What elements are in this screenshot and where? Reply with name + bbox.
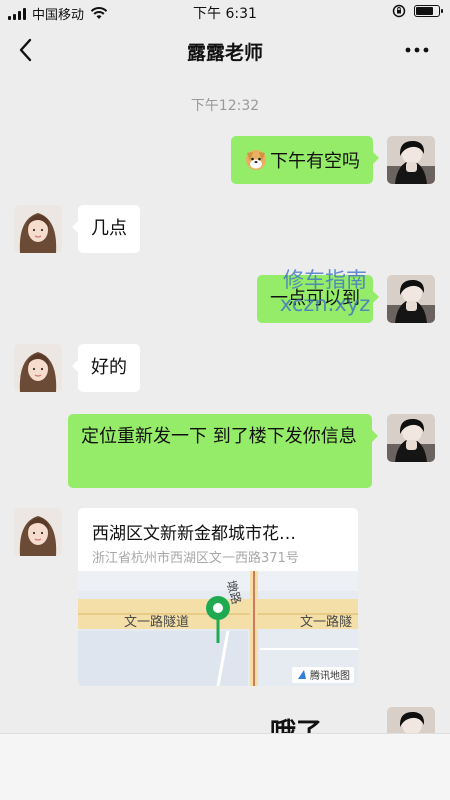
message-bubble-outgoing[interactable]: 下午有空吗 xyxy=(231,136,379,184)
location-title: 西湖区文新新金都城市花… xyxy=(92,524,296,544)
message-text: 几点 xyxy=(91,218,127,239)
status-time: 下午 6:31 xyxy=(193,6,257,22)
my-avatar-image xyxy=(387,136,435,184)
location-map-preview[interactable]: 文一路隧道 文一路隧 墩路 腾讯地图 xyxy=(78,571,358,686)
my-avatar[interactable] xyxy=(387,136,435,184)
contact-avatar[interactable] xyxy=(14,508,62,556)
my-avatar-image xyxy=(387,414,435,462)
message-text: 好的 xyxy=(91,357,127,378)
location-address: 浙江省杭州市西湖区文一西路371号 xyxy=(92,551,299,566)
message-bubble-outgoing[interactable]: 定位重新发一下 到了楼下发你信息 xyxy=(68,414,378,488)
status-bar: 中国移动 下午 6:31 xyxy=(0,0,450,24)
message-bubble-outgoing[interactable]: 一点可以到 xyxy=(257,275,379,323)
contact-avatar[interactable] xyxy=(14,205,62,253)
map-road-label: 文一路隧 xyxy=(300,614,352,630)
message-input-bar[interactable] xyxy=(0,733,450,800)
map-provider-label: 腾讯地图 xyxy=(310,669,350,682)
message-text: 一点可以到 xyxy=(270,288,360,309)
message-text: 定位重新发一下 到了楼下发你信息 xyxy=(81,426,357,447)
contact-avatar-image xyxy=(14,508,62,556)
contact-avatar-image xyxy=(14,344,62,392)
map-road-label: 文一路隧道 xyxy=(124,614,189,630)
contact-avatar[interactable] xyxy=(14,344,62,392)
message-bubble-incoming[interactable]: 几点 xyxy=(72,205,140,253)
contact-avatar-image xyxy=(14,205,62,253)
orientation-lock-icon xyxy=(392,4,406,18)
chat-title: 露露老师 xyxy=(186,42,263,64)
more-options-icon[interactable] xyxy=(402,36,432,64)
chat-header: 露露老师 xyxy=(0,24,450,76)
message-bubble-incoming[interactable]: 好的 xyxy=(72,344,140,392)
dog-face-emoji-icon xyxy=(246,150,266,170)
battery-icon xyxy=(414,5,443,17)
my-avatar-image xyxy=(387,275,435,323)
my-avatar[interactable] xyxy=(387,414,435,462)
message-timestamp: 下午12:32 xyxy=(190,98,260,114)
status-right xyxy=(392,4,443,18)
message-text: 下午有空吗 xyxy=(270,151,360,172)
my-avatar[interactable] xyxy=(387,275,435,323)
location-message-card[interactable]: 西湖区文新新金都城市花… 浙江省杭州市西湖区文一西路371号 文一路隧道 文一路… xyxy=(78,508,358,686)
